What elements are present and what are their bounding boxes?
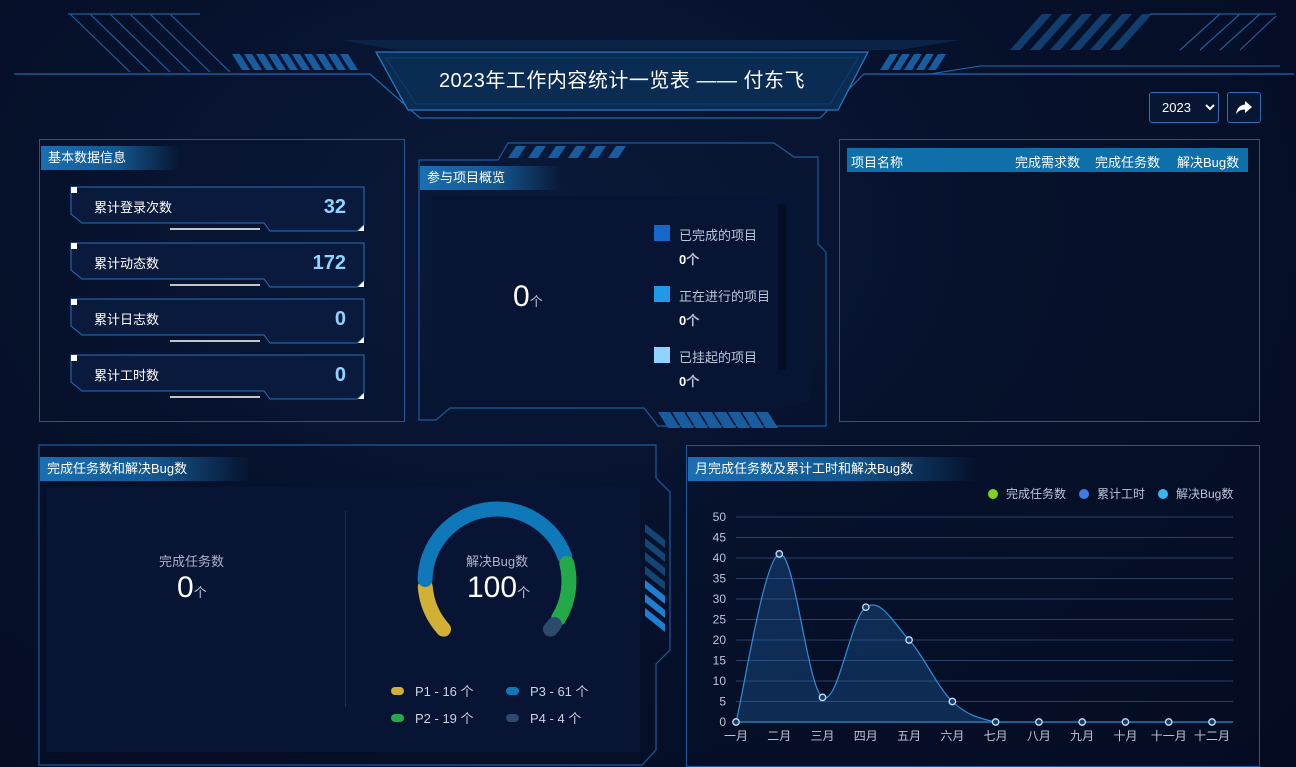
donut-segment: [551, 555, 577, 626]
data-point[interactable]: [905, 636, 913, 644]
data-point[interactable]: [775, 550, 784, 558]
legend-dot: [1158, 489, 1168, 499]
stat-log-count: 累计日志数 0: [70, 298, 366, 344]
col-tasks: 完成任务数: [1095, 155, 1161, 170]
data-point[interactable]: [861, 603, 870, 612]
stat-value: 0: [334, 308, 346, 330]
data-point[interactable]: [1121, 718, 1130, 726]
priority-p3: P3 - 61 个: [506, 681, 589, 700]
tasks-value: 0个: [177, 571, 207, 604]
priority-swatch: [391, 687, 404, 695]
data-point[interactable]: [732, 718, 740, 726]
data-point[interactable]: [991, 718, 1000, 726]
data-point[interactable]: [1078, 718, 1087, 726]
y-tick-label: 30: [713, 592, 727, 606]
x-tick-label: 十一月: [1151, 729, 1187, 743]
legend-label: 已完成的项目: [679, 228, 758, 243]
data-point[interactable]: [818, 693, 827, 702]
y-tick-label: 10: [713, 674, 727, 688]
basic-info-title: 基本数据信息: [41, 146, 181, 170]
stat-value: 0: [334, 364, 346, 386]
y-tick-label: 0: [719, 715, 726, 729]
overview-title: 参与项目概览: [420, 166, 560, 190]
stat-value: 172: [312, 252, 346, 274]
project-table-header: 项目名称 完成需求数 完成任务数 解决Bug数: [847, 148, 1248, 172]
col-project-name: 项目名称: [851, 155, 904, 170]
stat-label: 累计工时数: [94, 368, 160, 383]
year-select[interactable]: 2023: [1149, 92, 1219, 123]
x-tick-label: 九月: [1070, 729, 1094, 743]
legend-label: 正在进行的项目: [679, 289, 771, 304]
legend-swatch: [654, 286, 670, 302]
y-tick-label: 45: [713, 531, 727, 545]
stat-label: 累计动态数: [94, 256, 160, 271]
legend-dot: [1079, 489, 1089, 499]
y-tick-label: 20: [713, 633, 727, 647]
data-point[interactable]: [1164, 718, 1173, 726]
share-button[interactable]: [1227, 92, 1261, 123]
donut-segment: [543, 617, 562, 637]
tasks-label: 完成任务数: [159, 554, 225, 569]
priority-swatch: [506, 714, 519, 722]
data-point[interactable]: [948, 697, 957, 706]
priority-p1: P1 - 16 个: [391, 681, 474, 700]
x-tick-label: 十二月: [1194, 729, 1230, 743]
x-tick-label: 八月: [1027, 729, 1051, 743]
y-tick-label: 25: [713, 613, 727, 627]
overview-total: 0个: [513, 280, 543, 313]
data-point[interactable]: [1208, 718, 1216, 726]
share-icon: [1236, 100, 1252, 114]
x-tick-label: 七月: [984, 729, 1008, 743]
data-point[interactable]: [1035, 718, 1043, 726]
overview-scrollbar[interactable]: [778, 204, 786, 370]
x-tick-label: 一月: [724, 729, 748, 743]
bugs-label: 解决Bug数: [466, 554, 529, 569]
legend-count: 0个: [679, 374, 700, 389]
priority-p4: P4 - 4 个: [506, 708, 581, 727]
y-tick-label: 40: [713, 551, 727, 565]
y-tick-label: 35: [713, 572, 727, 586]
divider: [345, 511, 346, 707]
stat-post-count: 累计动态数 172: [70, 242, 366, 288]
legend-swatch: [654, 225, 670, 241]
x-tick-label: 四月: [854, 729, 878, 743]
page-title: 2023年工作内容统计一览表 —— 付东飞: [438, 70, 806, 92]
legend-count: 0个: [679, 252, 700, 267]
col-bugs: 解决Bug数: [1177, 155, 1240, 170]
tasks-bugs-title: 完成任务数和解决Bug数: [40, 457, 250, 481]
x-tick-label: 三月: [811, 729, 835, 743]
legend-label: 已挂起的项目: [679, 350, 758, 365]
x-tick-label: 二月: [767, 729, 791, 743]
stat-login-count: 累计登录次数 32: [70, 186, 366, 232]
project-table-panel: [839, 139, 1260, 422]
legend-swatch: [654, 347, 670, 363]
y-tick-label: 50: [713, 510, 727, 524]
priority-swatch: [506, 687, 519, 695]
stat-label: 累计日志数: [94, 312, 160, 327]
x-tick-label: 六月: [940, 729, 964, 743]
priority-p2: P2 - 19 个: [391, 708, 474, 727]
priority-swatch: [391, 714, 404, 722]
stat-value: 32: [323, 196, 346, 218]
col-requirements: 完成需求数: [1015, 155, 1081, 170]
donut-segment: [417, 579, 451, 637]
series-area: [736, 553, 1212, 722]
x-tick-label: 五月: [897, 729, 921, 743]
monthly-line-chart: 0 5 10 15 20 25 30 35 40 45 50 一月 二月 三月 四月 五月 六月 七月 八月 九月 十月…: [713, 510, 1233, 743]
x-tick-label: 十月: [1113, 729, 1137, 743]
stat-hours-count: 累计工时数 0: [70, 354, 366, 400]
legend-count: 0个: [679, 313, 700, 328]
y-tick-label: 15: [713, 654, 727, 668]
legend-dot: [988, 489, 998, 499]
stat-label: 累计登录次数: [94, 200, 173, 215]
y-tick-label: 5: [719, 695, 726, 709]
bugs-value: 100个: [467, 571, 531, 604]
monthly-chart-title: 月完成任务数及累计工时和解决Bug数: [688, 457, 978, 481]
